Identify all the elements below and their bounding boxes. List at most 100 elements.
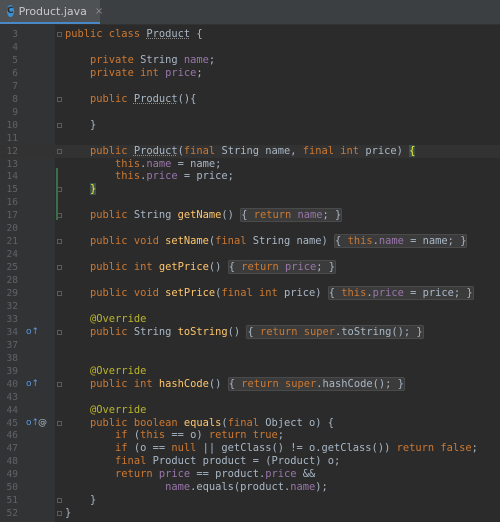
line-number: 49: [6, 469, 18, 481]
fold-marker-icon[interactable]: [57, 291, 62, 296]
code-text: }: [90, 183, 97, 196]
code-text: private int price;: [90, 66, 203, 79]
code-line[interactable]: 13 this.name = name;: [0, 158, 500, 171]
code-line[interactable]: 49 return price == product.price &&: [0, 468, 500, 481]
code-line[interactable]: 45 o↑ @ public boolean equals(final Object…: [0, 417, 500, 430]
close-icon[interactable]: ×: [95, 6, 103, 17]
line-number: 3: [12, 29, 18, 40]
line-number: 20: [6, 223, 18, 235]
line-number: 11: [6, 132, 18, 144]
line-number: 32: [6, 300, 18, 312]
line-number: 6: [12, 67, 18, 79]
code-line[interactable]: 12 public Product(final String name, fin…: [0, 144, 500, 158]
line-number: 40: [6, 378, 18, 390]
code-line[interactable]: 38: [0, 352, 500, 365]
fold-marker-icon[interactable]: [57, 381, 62, 387]
code-text: private String name;: [90, 53, 216, 66]
line-number: 4: [12, 41, 18, 53]
fold-marker-icon[interactable]: [57, 148, 62, 154]
code-line[interactable]: 5 private String name;: [0, 54, 500, 67]
line-number: 29: [6, 288, 18, 299]
line-number: 43: [6, 391, 18, 403]
code-line[interactable]: 40 o↑ public int hashCode() { return supe…: [0, 376, 500, 391]
fold-marker-icon[interactable]: [57, 329, 62, 335]
code-line[interactable]: 10 }: [0, 119, 500, 132]
line-number: 37: [6, 339, 18, 351]
code-text: final Product product = (Product) o;: [115, 455, 341, 468]
code-line[interactable]: 33 @Override: [0, 313, 500, 326]
code-line[interactable]: 3 public class Product {: [0, 28, 500, 41]
code-line[interactable]: 11: [0, 132, 500, 145]
fold-marker-icon[interactable]: [57, 511, 62, 517]
line-number: 16: [6, 197, 18, 209]
code-line[interactable]: 15 }: [0, 183, 500, 196]
code-text: public boolean equals(final Object o) {: [90, 416, 335, 429]
code-text: name.equals(product.name);: [165, 481, 328, 494]
line-number: 25: [6, 262, 18, 274]
java-class-icon: C: [7, 5, 14, 17]
fold-marker-icon[interactable]: [57, 187, 62, 193]
line-number: 44: [6, 404, 18, 416]
code-text: public int getPrice() { return price; }: [90, 260, 337, 275]
code-text: }: [65, 118, 97, 131]
fold-marker-icon[interactable]: [57, 32, 62, 37]
code-line[interactable]: 4: [0, 41, 500, 54]
code-text: public Product(){: [90, 92, 197, 105]
line-number: 48: [6, 456, 18, 468]
line-number: 10: [6, 119, 18, 131]
code-line[interactable]: 17 public String getName() { return name…: [0, 208, 500, 223]
code-line[interactable]: 25 public int getPrice() { return price;…: [0, 260, 500, 275]
code-line[interactable]: 43: [0, 391, 500, 404]
code-line[interactable]: 47 if (o == null || getClass() != o.getC…: [0, 442, 500, 455]
override-method-icon[interactable]: o↑: [26, 378, 39, 391]
fold-marker-icon[interactable]: [57, 420, 62, 426]
code-line[interactable]: 32: [0, 300, 500, 313]
annotation-icon[interactable]: @: [38, 417, 47, 430]
code-line[interactable]: 9: [0, 106, 500, 119]
code-line[interactable]: 29 public void setPrice(final int price)…: [0, 286, 500, 300]
code-line[interactable]: 51 }: [0, 494, 500, 507]
code-text: return price == product.price &&: [115, 468, 316, 481]
code-line[interactable]: 34 o↑ public String toString() { return s…: [0, 324, 500, 339]
tab-label: Product.java: [18, 4, 87, 18]
line-number: 14: [6, 171, 18, 183]
code-line[interactable]: 52}: [0, 507, 500, 520]
line-number: 51: [6, 495, 18, 507]
line-number: 17: [6, 210, 18, 222]
line-number: 38: [6, 352, 18, 364]
code-line[interactable]: 46 if (this == o) return true;: [0, 429, 500, 442]
code-line[interactable]: 48 final Product product = (Product) o;: [0, 455, 500, 468]
code-text: @Override: [90, 403, 147, 416]
line-number: 21: [6, 236, 18, 248]
code-line[interactable]: 44 @Override: [0, 404, 500, 417]
fold-marker-icon[interactable]: [57, 239, 62, 245]
line-number: 15: [6, 184, 18, 196]
code-line[interactable]: 21 public void setName(final String name…: [0, 234, 500, 249]
line-number: 24: [6, 249, 18, 261]
code-editor[interactable]: 3 public class Product {4 5 private String…: [0, 25, 500, 522]
code-text: this.name = name;: [115, 157, 222, 170]
code-line[interactable]: 7: [0, 80, 500, 93]
code-text: @Override: [90, 364, 147, 377]
tab-product-java[interactable]: C Product.java ×: [0, 0, 103, 24]
code-line[interactable]: 8 public Product(){: [0, 93, 500, 106]
override-method-icon[interactable]: o↑: [26, 326, 39, 339]
code-text: if (this == o) return true;: [115, 429, 285, 442]
fold-marker-icon[interactable]: [57, 96, 62, 102]
line-number: 34: [6, 326, 18, 338]
line-number: 8: [12, 93, 18, 105]
editor-tab-bar: C Product.java ×: [0, 0, 500, 25]
code-line[interactable]: 39 @Override: [0, 365, 500, 378]
code-text: public void setName(final String name) {…: [90, 234, 468, 249]
code-line[interactable]: 50 name.equals(product.name);: [0, 481, 500, 494]
code-line[interactable]: 14 this.price = price;: [0, 170, 500, 183]
code-line[interactable]: 6 private int price;: [0, 67, 500, 80]
fold-marker-icon[interactable]: [57, 265, 62, 271]
fold-marker-icon[interactable]: [57, 213, 62, 219]
code-line[interactable]: 37: [0, 339, 500, 352]
fold-marker-icon[interactable]: [57, 498, 62, 504]
fold-marker-icon[interactable]: [57, 122, 62, 128]
code-text: public Product(final String name, final …: [90, 144, 416, 157]
code-text: public String getName() { return name; }: [90, 208, 343, 223]
line-number: 52: [6, 508, 18, 520]
